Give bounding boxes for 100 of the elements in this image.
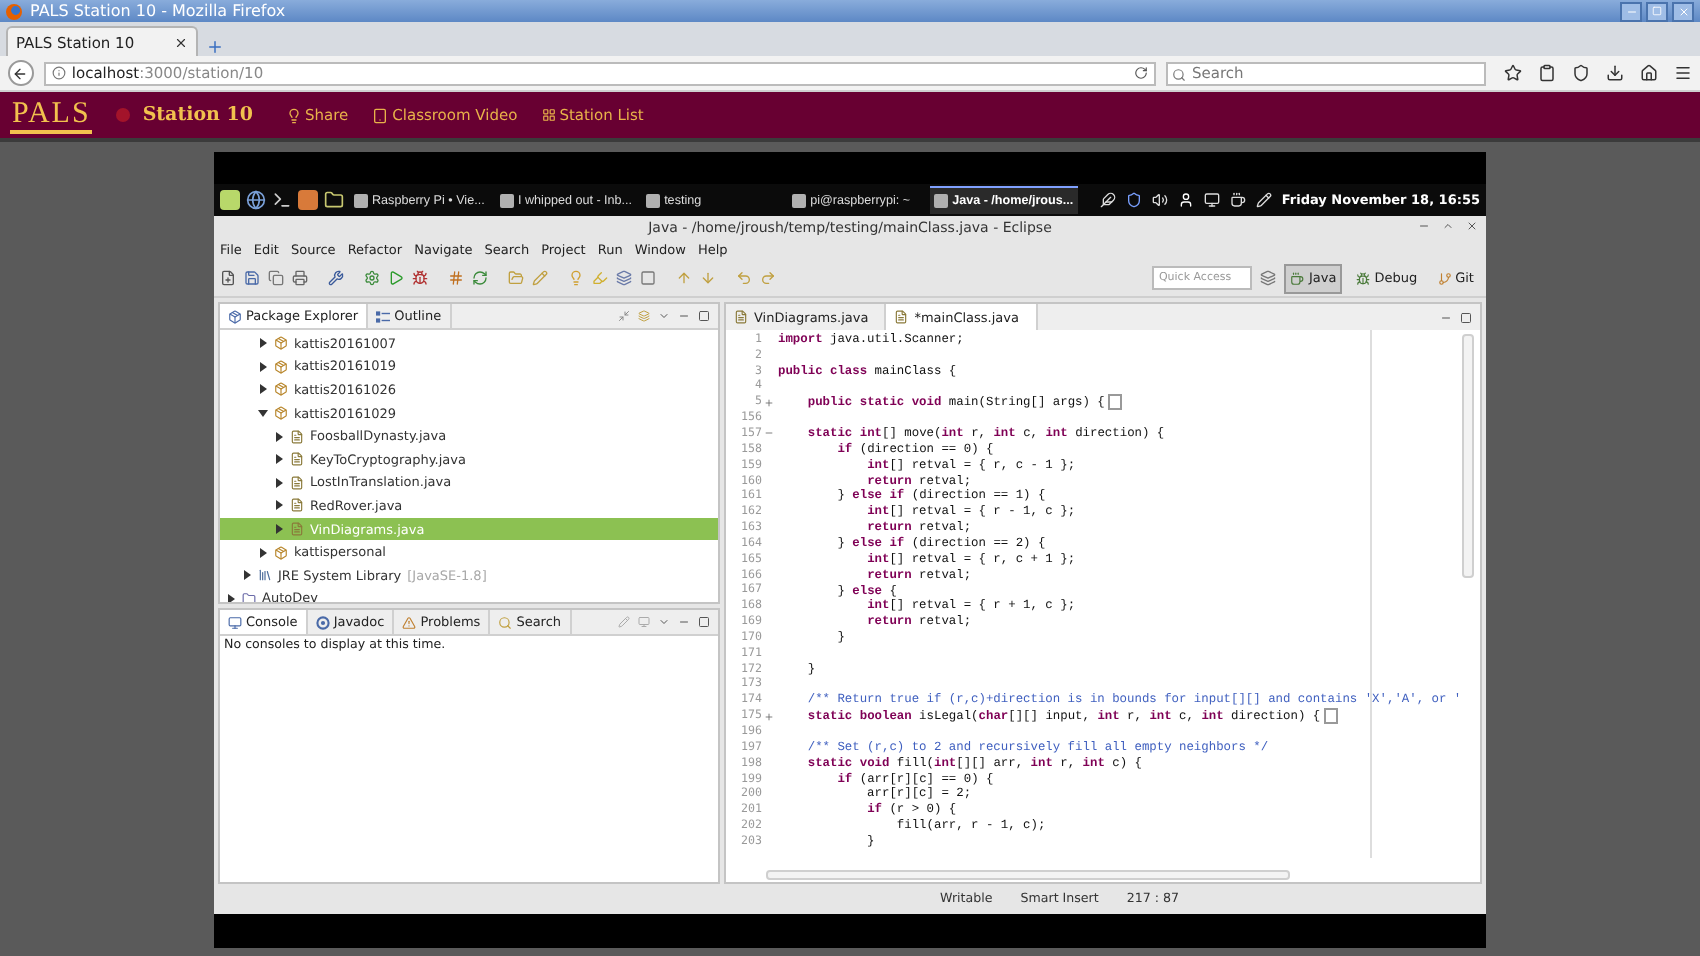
station-title: Station 10 — [142, 104, 253, 126]
terminal-icon[interactable] — [272, 190, 292, 210]
collapsed-arrow-icon[interactable] — [274, 454, 284, 465]
minimize-button[interactable] — [1620, 1, 1642, 21]
folder-icon — [242, 591, 256, 602]
folded-block-marker[interactable] — [1108, 394, 1123, 411]
maximize-icon[interactable] — [698, 616, 710, 628]
package-icon — [274, 406, 288, 421]
print-icon[interactable] — [292, 270, 308, 286]
globe-icon[interactable] — [246, 190, 266, 210]
site-logo[interactable]: PALS — [10, 97, 93, 133]
maximize-icon — [1652, 6, 1662, 16]
window-icon — [646, 194, 661, 208]
lightbulb-icon — [285, 107, 301, 123]
close-button[interactable] — [1672, 1, 1694, 21]
square-icon[interactable] — [640, 270, 656, 286]
refresh-icon[interactable] — [472, 270, 488, 286]
launcher-icon[interactable] — [298, 190, 318, 210]
file-icon — [290, 475, 304, 490]
wrench-icon[interactable] — [328, 270, 344, 286]
collapsed-arrow-icon[interactable] — [258, 547, 268, 558]
folded-block-marker[interactable] — [1324, 707, 1339, 724]
grid-icon[interactable] — [448, 270, 464, 286]
pencil-icon — [1255, 192, 1272, 208]
warning-icon — [402, 615, 417, 629]
monitor-icon — [1203, 192, 1220, 208]
menu-icon[interactable] — [1674, 64, 1692, 82]
file-icon — [290, 452, 304, 467]
expanded-arrow-icon[interactable] — [258, 408, 268, 419]
status-dot — [116, 108, 131, 122]
cup-icon — [1290, 271, 1305, 285]
grid-icon — [541, 108, 556, 122]
download-icon[interactable] — [1606, 64, 1624, 82]
maximize-button[interactable] — [1646, 1, 1668, 21]
collapse-icon[interactable] — [618, 310, 630, 322]
collapsed-arrow-icon[interactable] — [258, 338, 268, 349]
at-icon — [315, 615, 330, 629]
collapsed-arrow-icon[interactable] — [258, 384, 268, 395]
new-file-icon[interactable] — [220, 270, 236, 286]
back-icon — [12, 65, 29, 81]
bug-icon[interactable] — [412, 270, 428, 286]
window-icon — [354, 194, 368, 208]
reload-icon[interactable] — [1134, 66, 1148, 80]
maximize-icon[interactable] — [1460, 311, 1472, 323]
minimize-icon[interactable] — [678, 310, 690, 322]
shield-icon — [1125, 192, 1142, 208]
home-icon[interactable] — [1640, 64, 1658, 82]
close-icon — [1677, 5, 1689, 17]
close-icon[interactable] — [1466, 220, 1478, 232]
launcher-icon[interactable] — [220, 190, 240, 210]
collapsed-arrow-icon[interactable] — [274, 431, 284, 442]
file-icon — [290, 429, 304, 444]
vertical-scrollbar[interactable] — [1462, 334, 1474, 578]
bug-icon — [1356, 271, 1371, 285]
minimize-icon[interactable] — [1418, 220, 1430, 232]
feather-icon — [1099, 192, 1116, 208]
file-icon — [290, 498, 304, 513]
package-icon — [228, 309, 242, 323]
star-icon[interactable] — [1504, 64, 1522, 82]
search-icon — [1172, 67, 1186, 81]
minimize-icon[interactable] — [1440, 311, 1452, 323]
view-menu-icon[interactable] — [658, 616, 670, 628]
horizontal-scrollbar[interactable] — [766, 870, 1290, 880]
minimize-icon[interactable] — [678, 616, 690, 628]
maximize-icon[interactable] — [698, 310, 710, 322]
clipboard-icon[interactable] — [1538, 64, 1556, 82]
outline-icon — [376, 309, 391, 323]
package-icon — [274, 545, 288, 560]
collapsed-arrow-icon[interactable] — [274, 477, 284, 488]
collapsed-arrow-icon[interactable] — [258, 361, 268, 372]
window-icon — [792, 194, 807, 208]
package-icon — [274, 382, 288, 397]
collapsed-arrow-icon[interactable] — [274, 500, 284, 511]
collapsed-arrow-icon[interactable] — [274, 524, 284, 535]
package-icon — [274, 359, 288, 374]
package-icon — [274, 336, 288, 351]
tablet-icon — [372, 107, 389, 123]
folder-icon[interactable] — [324, 190, 344, 210]
cup-icon — [1229, 192, 1246, 208]
view-menu-icon[interactable] — [658, 310, 670, 322]
collapsed-arrow-icon[interactable] — [242, 570, 252, 581]
volume-icon[interactable] — [1151, 192, 1168, 208]
new-tab-icon[interactable] — [206, 38, 224, 56]
collapsed-arrow-icon[interactable] — [226, 593, 236, 602]
library-icon — [258, 568, 272, 583]
back-button[interactable] — [8, 60, 34, 86]
copy-icon[interactable] — [268, 270, 284, 286]
minimize-icon — [1625, 5, 1637, 17]
expand-fold-icon[interactable] — [763, 711, 773, 722]
browser-logo-icon — [6, 3, 22, 19]
shield-icon[interactable] — [1572, 64, 1590, 82]
file-icon — [290, 522, 304, 537]
user-icon — [1177, 192, 1194, 208]
run-icon[interactable] — [388, 270, 404, 286]
save-icon[interactable] — [244, 270, 260, 286]
window-title: PALS Station 10 - Mozilla Firefox — [30, 0, 286, 22]
expand-fold-icon[interactable] — [763, 397, 773, 408]
close-icon[interactable] — [174, 35, 188, 49]
layers-icon[interactable] — [616, 270, 632, 286]
settings-icon[interactable] — [364, 270, 380, 286]
